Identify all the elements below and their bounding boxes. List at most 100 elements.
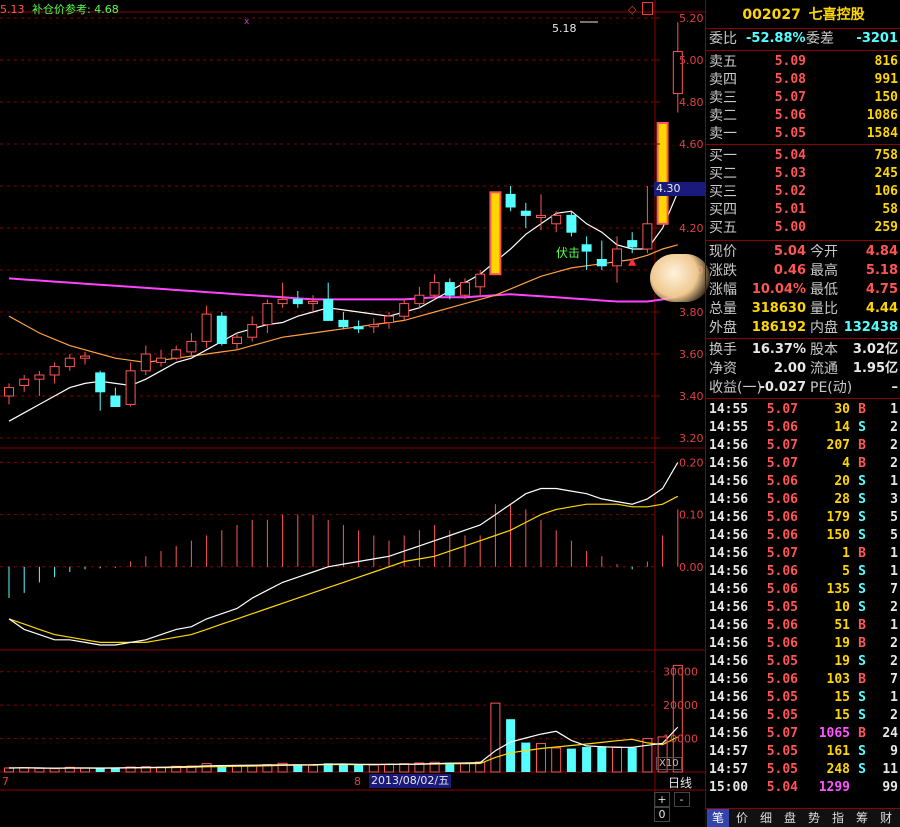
bid-row[interactable]: 买三 5.02 106 — [706, 183, 900, 201]
macd-tick-label: 0.20 — [679, 456, 704, 469]
ask-price: 5.05 — [774, 126, 806, 141]
trade-price: 5.05 — [766, 744, 798, 759]
trade-tick-row[interactable]: 14:56 5.06 103 B 7 — [706, 671, 900, 689]
trade-price: 5.07 — [766, 402, 798, 417]
ask-row[interactable]: 卖五 5.09 816 — [706, 53, 900, 71]
trade-volume: 28 — [834, 492, 850, 507]
trade-price: 5.05 — [766, 690, 798, 705]
trade-tick-row[interactable]: 14:55 5.07 30 B 1 — [706, 401, 900, 419]
chart-area[interactable]: x 5.205.004.804.604.404.204.003.803.603.… — [0, 0, 710, 822]
kline-chart[interactable]: x 5.205.004.804.604.404.204.003.803.603.… — [0, 0, 705, 808]
stock-title: 002027 七喜控股 — [706, 4, 900, 26]
trade-side: S — [858, 600, 866, 615]
trade-tick-row[interactable]: 14:56 5.07 1 B 1 — [706, 545, 900, 563]
ask-row[interactable]: 卖四 5.08 991 — [706, 71, 900, 89]
panel-tab[interactable]: 财 — [875, 809, 897, 827]
panel-tab[interactable]: 价 — [731, 809, 753, 827]
config-diamond-icon[interactable]: ◇ — [628, 3, 636, 16]
zoom-reset-button[interactable]: 0 — [654, 807, 670, 822]
trade-side: S — [858, 528, 866, 543]
bid-label: 买三 — [709, 184, 737, 200]
trade-tick-row[interactable]: 14:56 5.05 15 S 1 — [706, 689, 900, 707]
price-tick-label: 3.40 — [679, 390, 704, 403]
period-label[interactable]: 日线 — [668, 774, 692, 791]
trade-tick-row[interactable]: 14:56 5.05 15 S 2 — [706, 707, 900, 725]
trade-tick-row[interactable]: 14:56 5.07 4 B 2 — [706, 455, 900, 473]
candle-body-down — [216, 315, 227, 345]
fundamental-value: 2.00 — [773, 361, 806, 376]
quote-row: 现价 5.04 今开 4.84 — [706, 243, 900, 261]
trade-count: 9 — [890, 744, 898, 759]
quote-row: 总量 318630 量比 4.44 — [706, 300, 900, 318]
bid-row[interactable]: 买五 5.00 259 — [706, 219, 900, 237]
order-ratio-label: 委比 — [709, 31, 737, 47]
candle-body-down — [520, 210, 531, 216]
trade-time: 14:56 — [709, 708, 749, 723]
panel-tab[interactable]: 笔 — [707, 809, 729, 827]
trade-tick-row[interactable]: 14:56 5.06 28 S 3 — [706, 491, 900, 509]
panel-tab[interactable]: 指 — [827, 809, 849, 827]
bid-label: 买五 — [709, 220, 737, 236]
trade-tick-row[interactable]: 14:56 5.06 5 S 1 — [706, 563, 900, 581]
trade-price: 5.06 — [766, 510, 798, 525]
volume-tick-label: 10000 — [663, 733, 698, 746]
x-marker: x — [244, 17, 250, 27]
bid-row[interactable]: 买一 5.04 758 — [706, 147, 900, 165]
ask-row[interactable]: 卖二 5.06 1086 — [706, 107, 900, 125]
trade-tick-row[interactable]: 14:56 5.06 179 S 5 — [706, 509, 900, 527]
trade-tick-row[interactable]: 14:56 5.06 150 S 5 — [706, 527, 900, 545]
trade-tick-row[interactable]: 14:56 5.06 19 B 2 — [706, 635, 900, 653]
trade-tick-row[interactable]: 14:57 5.05 248 S 11 — [706, 761, 900, 779]
volume-bar-down — [354, 764, 364, 772]
trade-tick-row[interactable]: 14:56 5.05 19 S 2 — [706, 653, 900, 671]
trade-time: 14:56 — [709, 564, 749, 579]
quote-label: 现价 — [709, 244, 737, 260]
refill-price-label: 补仓价参考: 4.68 — [32, 3, 119, 16]
quote-value: 5.04 — [773, 244, 806, 259]
fundamental-label-2: PE(动) — [810, 380, 853, 396]
trade-price: 5.05 — [766, 762, 798, 777]
ask-row[interactable]: 卖三 5.07 150 — [706, 89, 900, 107]
trade-tick-row[interactable]: 14:56 5.06 51 B 1 — [706, 617, 900, 635]
zoom-out-button[interactable]: - — [673, 792, 690, 807]
trade-tick-row[interactable]: 14:56 5.06 135 S 7 — [706, 581, 900, 599]
trade-tick-row[interactable]: 14:56 5.05 10 S 2 — [706, 599, 900, 617]
trade-side: B — [858, 618, 866, 633]
trade-time: 14:56 — [709, 600, 749, 615]
trade-side: S — [858, 762, 866, 777]
quote-label: 总量 — [709, 301, 737, 317]
trade-time: 15:00 — [709, 780, 749, 795]
volume-bar-down — [506, 719, 516, 772]
volume-unit-label: X10 — [656, 757, 682, 770]
trade-tick-row[interactable]: 14:56 5.07 1065 B 24 — [706, 725, 900, 743]
panel-tab[interactable]: 势 — [803, 809, 825, 827]
panel-tab[interactable]: 盘 — [779, 809, 801, 827]
price-tick-label: 3.60 — [679, 348, 704, 361]
quote-value: 186192 — [751, 320, 806, 335]
candle-body-up — [384, 315, 394, 324]
candle-body-up — [399, 303, 410, 317]
bid-row[interactable]: 买二 5.03 245 — [706, 165, 900, 183]
ask-price: 5.09 — [774, 54, 806, 69]
bid-row[interactable]: 买四 5.01 58 — [706, 201, 900, 219]
trade-tick-row[interactable]: 14:56 5.07 207 B 2 — [706, 437, 900, 455]
panel-tab[interactable]: 细 — [755, 809, 777, 827]
bid-volume: 259 — [874, 220, 898, 235]
bid-volume: 58 — [882, 202, 898, 217]
trade-tick-row[interactable]: 14:57 5.05 161 S 9 — [706, 743, 900, 761]
candle-body-up — [201, 313, 212, 342]
trade-side: B — [858, 672, 866, 687]
trade-tick-row[interactable]: 14:56 5.06 20 S 1 — [706, 473, 900, 491]
trade-tick-row[interactable]: 14:55 5.06 14 S 2 — [706, 419, 900, 437]
trade-tick-row[interactable]: 15:00 5.04 1299 99 — [706, 779, 900, 797]
quote-label: 外盘 — [709, 320, 737, 336]
ask-row[interactable]: 卖一 5.05 1584 — [706, 125, 900, 143]
x-mark-left: 7 — [2, 775, 9, 788]
window-menu-icon[interactable] — [642, 2, 653, 15]
trade-volume: 4 — [842, 456, 850, 471]
zoom-in-button[interactable]: + — [654, 792, 670, 807]
panel-tab[interactable]: 筹 — [851, 809, 873, 827]
candle-body-up — [460, 282, 470, 296]
ask-price: 5.08 — [774, 72, 806, 87]
trade-count: 1 — [890, 402, 898, 417]
